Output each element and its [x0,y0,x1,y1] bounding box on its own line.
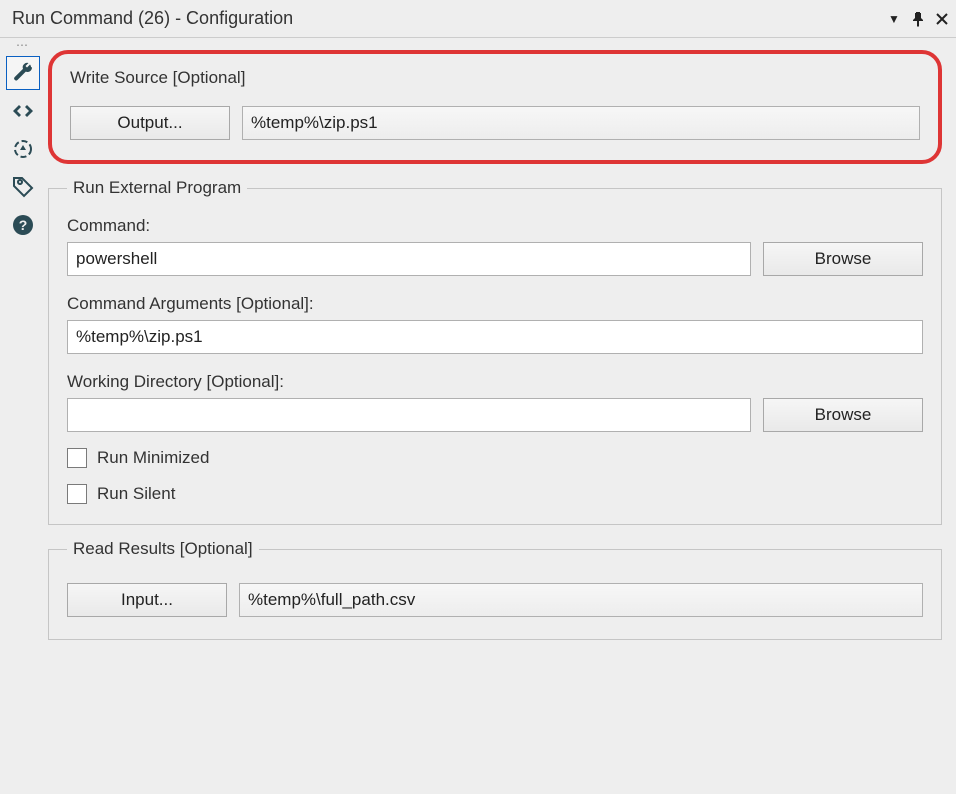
close-icon[interactable] [934,11,950,27]
write-source-path-input[interactable] [242,106,920,140]
titlebar: Run Command (26) - Configuration ▼ [0,0,956,38]
window-controls: ▼ [886,11,950,27]
args-label: Command Arguments [Optional]: [67,294,923,314]
tool-tag[interactable] [6,170,40,204]
read-results-legend: Read Results [Optional] [67,539,259,559]
wd-input[interactable] [67,398,751,432]
tool-help[interactable]: ? [6,208,40,242]
command-browse-button[interactable]: Browse [763,242,923,276]
write-source-label: Write Source [Optional] [70,68,920,88]
run-silent-row: Run Silent [67,484,923,504]
output-button[interactable]: Output... [70,106,230,140]
write-source-group: Write Source [Optional] Output... [48,50,942,164]
tool-target[interactable] [6,132,40,166]
main-panel: Write Source [Optional] Output... Run Ex… [46,38,956,794]
run-minimized-label: Run Minimized [97,448,209,468]
grip-icon: ⋯ [16,42,30,52]
svg-text:?: ? [19,217,28,233]
tool-wrench[interactable] [6,56,40,90]
run-minimized-row: Run Minimized [67,448,923,468]
run-external-group: Run External Program Command: Browse Com… [48,178,942,525]
configuration-window: Run Command (26) - Configuration ▼ ⋯ [0,0,956,794]
read-results-path-input[interactable] [239,583,923,617]
window-title: Run Command (26) - Configuration [12,8,293,29]
read-results-group: Read Results [Optional] Input... [48,539,942,640]
command-input[interactable] [67,242,751,276]
run-external-legend: Run External Program [67,178,247,198]
run-silent-checkbox[interactable] [67,484,87,504]
args-input[interactable] [67,320,923,354]
pin-icon[interactable] [910,11,926,27]
command-label: Command: [67,216,923,236]
input-button[interactable]: Input... [67,583,227,617]
run-silent-label: Run Silent [97,484,175,504]
run-minimized-checkbox[interactable] [67,448,87,468]
dropdown-icon[interactable]: ▼ [886,11,902,27]
wd-label: Working Directory [Optional]: [67,372,923,392]
wd-browse-button[interactable]: Browse [763,398,923,432]
tool-code[interactable] [6,94,40,128]
body-area: ⋯ ? Write Source [Optional] Output... [0,38,956,794]
side-toolstrip: ⋯ ? [0,38,46,794]
